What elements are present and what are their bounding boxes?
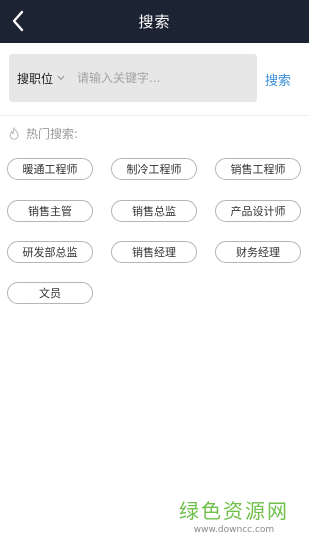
hot-tag[interactable]: 销售工程师 bbox=[215, 158, 301, 180]
search-scope-dropdown[interactable]: 搜职位 bbox=[9, 54, 71, 102]
search-input[interactable] bbox=[71, 54, 257, 102]
chevron-left-icon bbox=[12, 10, 24, 32]
hot-tag[interactable]: 文员 bbox=[7, 282, 93, 304]
hot-tag[interactable]: 财务经理 bbox=[215, 241, 301, 263]
search-scope-label: 搜职位 bbox=[17, 71, 54, 86]
watermark-text: 绿色资源网 bbox=[179, 499, 289, 523]
top-bar: 搜索 bbox=[0, 0, 309, 43]
watermark-url: www.downcc.com bbox=[193, 525, 275, 535]
divider bbox=[0, 115, 309, 116]
search-bar: 搜职位 搜索 bbox=[0, 43, 309, 115]
flame-icon bbox=[9, 126, 19, 140]
hot-tag[interactable]: 销售总监 bbox=[111, 200, 197, 222]
back-button[interactable] bbox=[4, 6, 32, 36]
hot-tag[interactable]: 销售经理 bbox=[111, 241, 197, 263]
hot-tag[interactable]: 产品设计师 bbox=[215, 200, 301, 222]
chevron-down-icon bbox=[57, 74, 65, 82]
hot-tag[interactable]: 研发部总监 bbox=[7, 241, 93, 263]
watermark: 绿色资源网 www.downcc.com bbox=[179, 495, 289, 535]
search-button[interactable]: 搜索 bbox=[265, 70, 291, 89]
hot-tag[interactable]: 暖通工程师 bbox=[7, 158, 93, 180]
hot-search-title: 热门搜索: bbox=[26, 126, 79, 141]
hot-tag[interactable]: 制冷工程师 bbox=[111, 158, 197, 180]
page-title: 搜索 bbox=[138, 13, 171, 31]
hot-tag[interactable]: 销售主管 bbox=[7, 200, 93, 222]
search-box: 搜职位 bbox=[9, 54, 257, 102]
hot-search-header: 热门搜索: bbox=[8, 124, 78, 142]
